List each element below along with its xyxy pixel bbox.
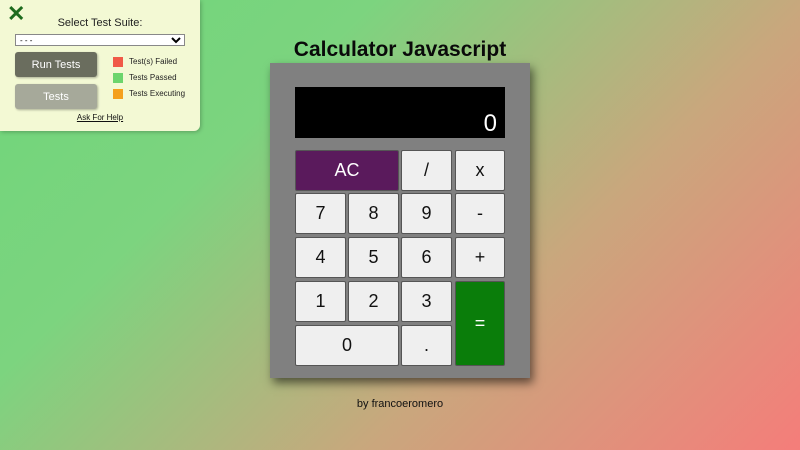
- add-button[interactable]: +: [455, 237, 505, 278]
- legend-passed: Tests Passed: [113, 72, 185, 83]
- six-button[interactable]: 6: [401, 237, 452, 278]
- page-title: Calculator Javascript: [293, 38, 507, 61]
- tests-button[interactable]: Tests: [15, 84, 97, 109]
- calculator: 0 AC / x 7 8 9 - 4 5 6 + 1 2 3 = 0 .: [270, 63, 530, 378]
- suite-label: Select Test Suite:: [57, 17, 143, 29]
- eight-button[interactable]: 8: [348, 193, 399, 234]
- author-credit: by francoeromero: [356, 398, 444, 410]
- three-button[interactable]: 3: [401, 281, 452, 322]
- seven-button[interactable]: 7: [295, 193, 346, 234]
- four-button[interactable]: 4: [295, 237, 346, 278]
- legend-passed-label: Tests Passed: [129, 73, 177, 82]
- multiply-button[interactable]: x: [455, 150, 505, 191]
- legend-executing: Tests Executing: [113, 88, 185, 99]
- ask-for-help-link[interactable]: Ask For Help: [0, 113, 200, 122]
- divide-button[interactable]: /: [401, 150, 452, 191]
- zero-button[interactable]: 0: [295, 325, 399, 366]
- legend-executing-label: Tests Executing: [129, 89, 186, 98]
- one-button[interactable]: 1: [295, 281, 346, 322]
- test-panel: ✕ Select Test Suite: - - - Run Tests Tes…: [0, 0, 200, 131]
- test-legend: Test(s) Failed Tests Passed Tests Execut…: [113, 56, 185, 104]
- clear-button[interactable]: AC: [295, 150, 399, 191]
- equals-button[interactable]: =: [455, 281, 505, 366]
- five-button[interactable]: 5: [348, 237, 399, 278]
- two-button[interactable]: 2: [348, 281, 399, 322]
- nine-button[interactable]: 9: [401, 193, 452, 234]
- passed-swatch-icon: [113, 72, 123, 83]
- decimal-button[interactable]: .: [401, 325, 452, 366]
- calculator-display: 0: [295, 87, 505, 138]
- subtract-button[interactable]: -: [455, 193, 505, 234]
- executing-swatch-icon: [113, 88, 123, 99]
